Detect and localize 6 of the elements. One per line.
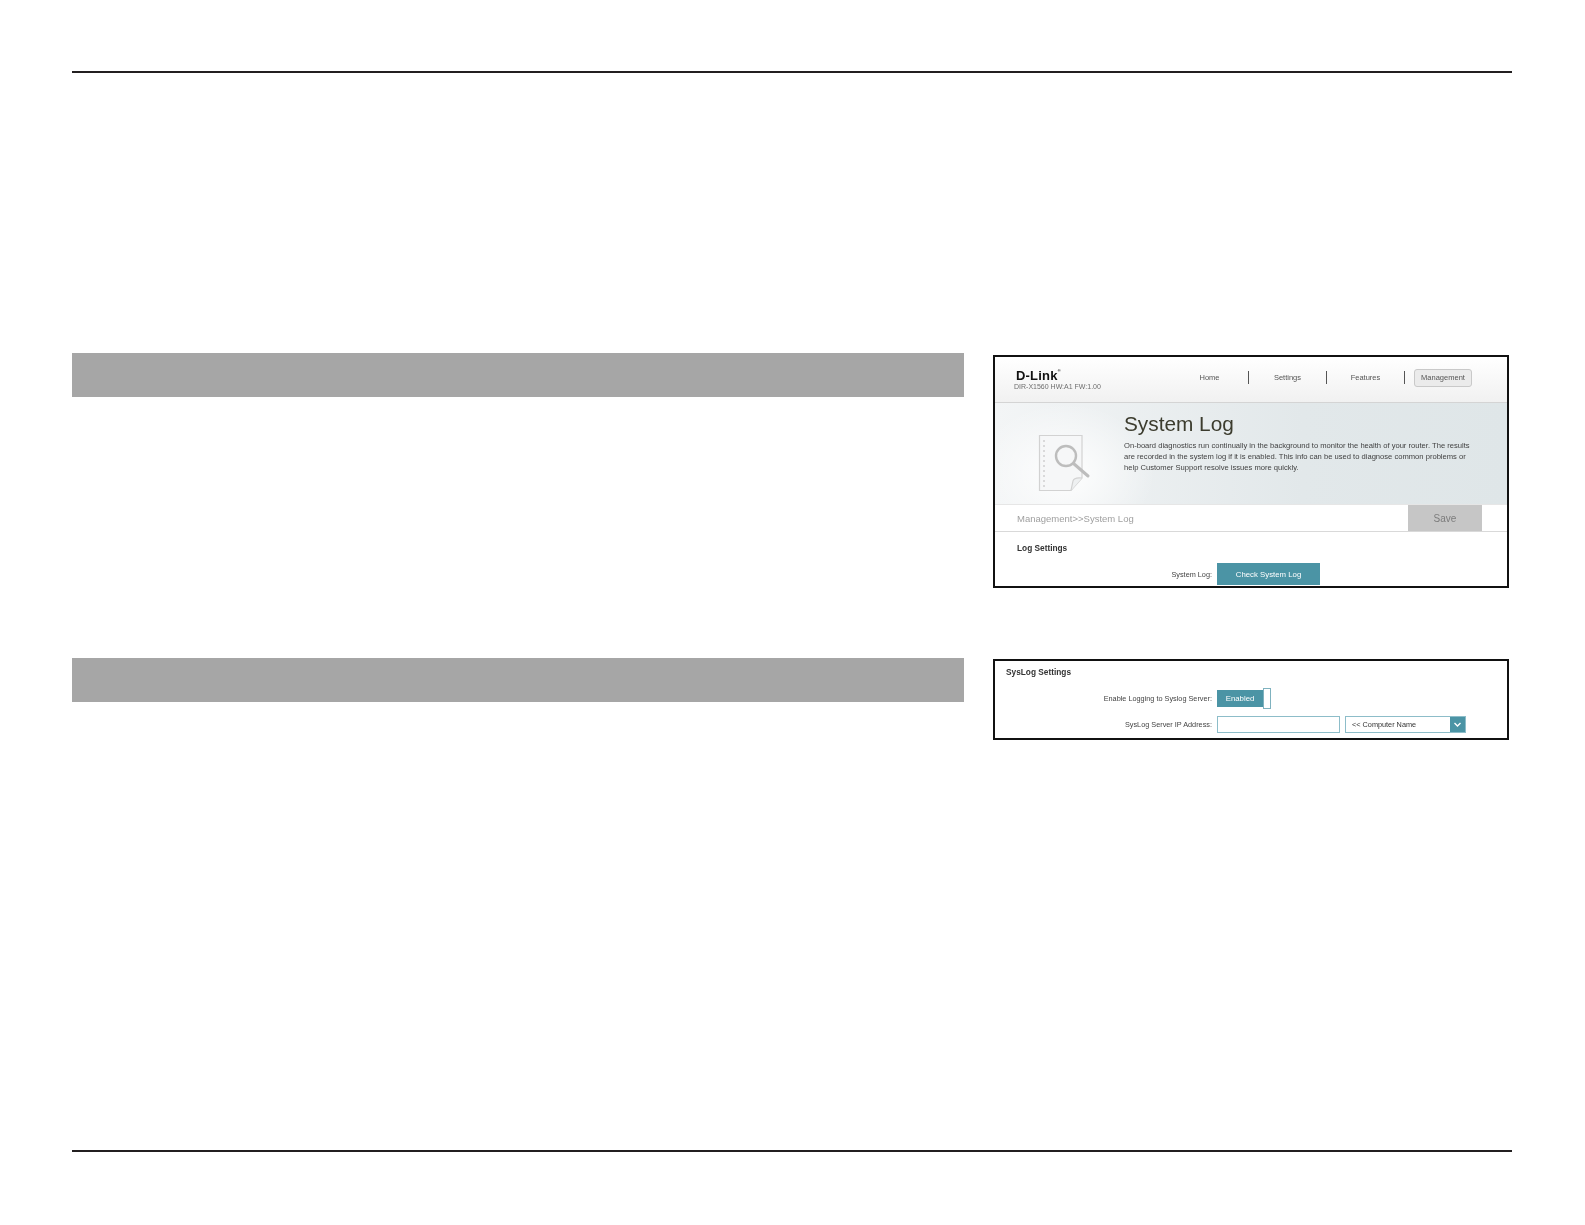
- section-heading: SysLog Settings: [1005, 667, 1072, 677]
- ip-address-field[interactable]: [1217, 716, 1340, 733]
- chevron-down-icon: [1450, 717, 1465, 732]
- breadcrumb: Management>>System Log: [1017, 512, 1134, 524]
- section-heading: Log Settings: [1016, 543, 1069, 553]
- page-title: System Log: [1124, 412, 1235, 435]
